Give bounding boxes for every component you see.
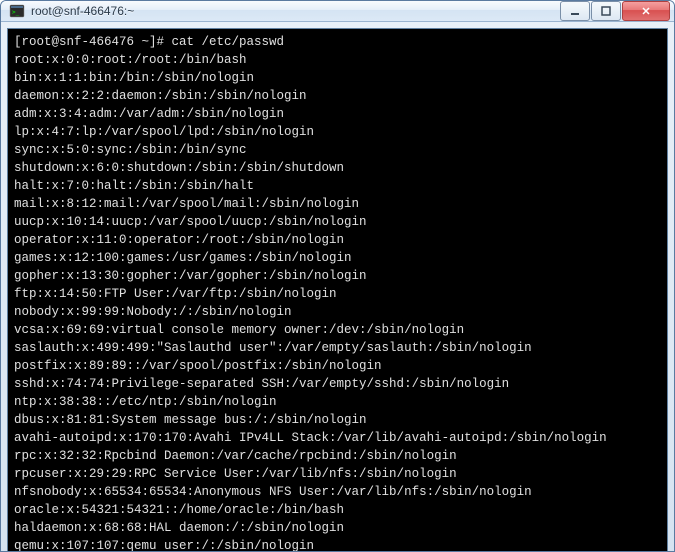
output-line: rpc:x:32:32:Rpcbind Daemon:/var/cache/rp… [14,447,661,465]
svg-text:>_: >_ [12,9,20,16]
output-line: halt:x:7:0:halt:/sbin:/sbin/halt [14,177,661,195]
minimize-button[interactable] [560,1,590,21]
terminal-container: [root@snf-466476 ~]# cat /etc/passwdroot… [1,22,674,552]
output-line: sshd:x:74:74:Privilege-separated SSH:/va… [14,375,661,393]
output-line: saslauth:x:499:499:"Saslauthd user":/var… [14,339,661,357]
output-line: nobody:x:99:99:Nobody:/:/sbin/nologin [14,303,661,321]
output-line: ntp:x:38:38::/etc/ntp:/sbin/nologin [14,393,661,411]
output-line: adm:x:3:4:adm:/var/adm:/sbin/nologin [14,105,661,123]
output-line: uucp:x:10:14:uucp:/var/spool/uucp:/sbin/… [14,213,661,231]
output-line: mail:x:8:12:mail:/var/spool/mail:/sbin/n… [14,195,661,213]
window-controls [560,1,670,21]
output-line: rpcuser:x:29:29:RPC Service User:/var/li… [14,465,661,483]
maximize-button[interactable] [591,1,621,21]
output-line: dbus:x:81:81:System message bus:/:/sbin/… [14,411,661,429]
output-line: ftp:x:14:50:FTP User:/var/ftp:/sbin/nolo… [14,285,661,303]
output-line: gopher:x:13:30:gopher:/var/gopher:/sbin/… [14,267,661,285]
window-title: root@snf-466476:~ [31,4,560,18]
output-line: games:x:12:100:games:/usr/games:/sbin/no… [14,249,661,267]
output-line: bin:x:1:1:bin:/bin:/sbin/nologin [14,69,661,87]
titlebar[interactable]: >_ root@snf-466476:~ [1,1,674,22]
output-line: sync:x:5:0:sync:/sbin:/bin/sync [14,141,661,159]
output-line: daemon:x:2:2:daemon:/sbin:/sbin/nologin [14,87,661,105]
output-line: avahi-autoipd:x:170:170:Avahi IPv4LL Sta… [14,429,661,447]
output-line: shutdown:x:6:0:shutdown:/sbin:/sbin/shut… [14,159,661,177]
output-line: root:x:0:0:root:/root:/bin/bash [14,51,661,69]
output-line: postfix:x:89:89::/var/spool/postfix:/sbi… [14,357,661,375]
output-line: lp:x:4:7:lp:/var/spool/lpd:/sbin/nologin [14,123,661,141]
terminal-window: >_ root@snf-466476:~ [root@snf-466476 ~]… [0,0,675,552]
output-line: oracle:x:54321:54321::/home/oracle:/bin/… [14,501,661,519]
terminal-icon: >_ [9,3,25,19]
output-line: qemu:x:107:107:qemu user:/:/sbin/nologin [14,537,661,552]
output-line: nfsnobody:x:65534:65534:Anonymous NFS Us… [14,483,661,501]
prompt-line: [root@snf-466476 ~]# cat /etc/passwd [14,33,661,51]
terminal-output[interactable]: [root@snf-466476 ~]# cat /etc/passwdroot… [7,28,668,552]
close-button[interactable] [622,1,670,21]
output-line: vcsa:x:69:69:virtual console memory owne… [14,321,661,339]
output-line: haldaemon:x:68:68:HAL daemon:/:/sbin/nol… [14,519,661,537]
output-line: operator:x:11:0:operator:/root:/sbin/nol… [14,231,661,249]
